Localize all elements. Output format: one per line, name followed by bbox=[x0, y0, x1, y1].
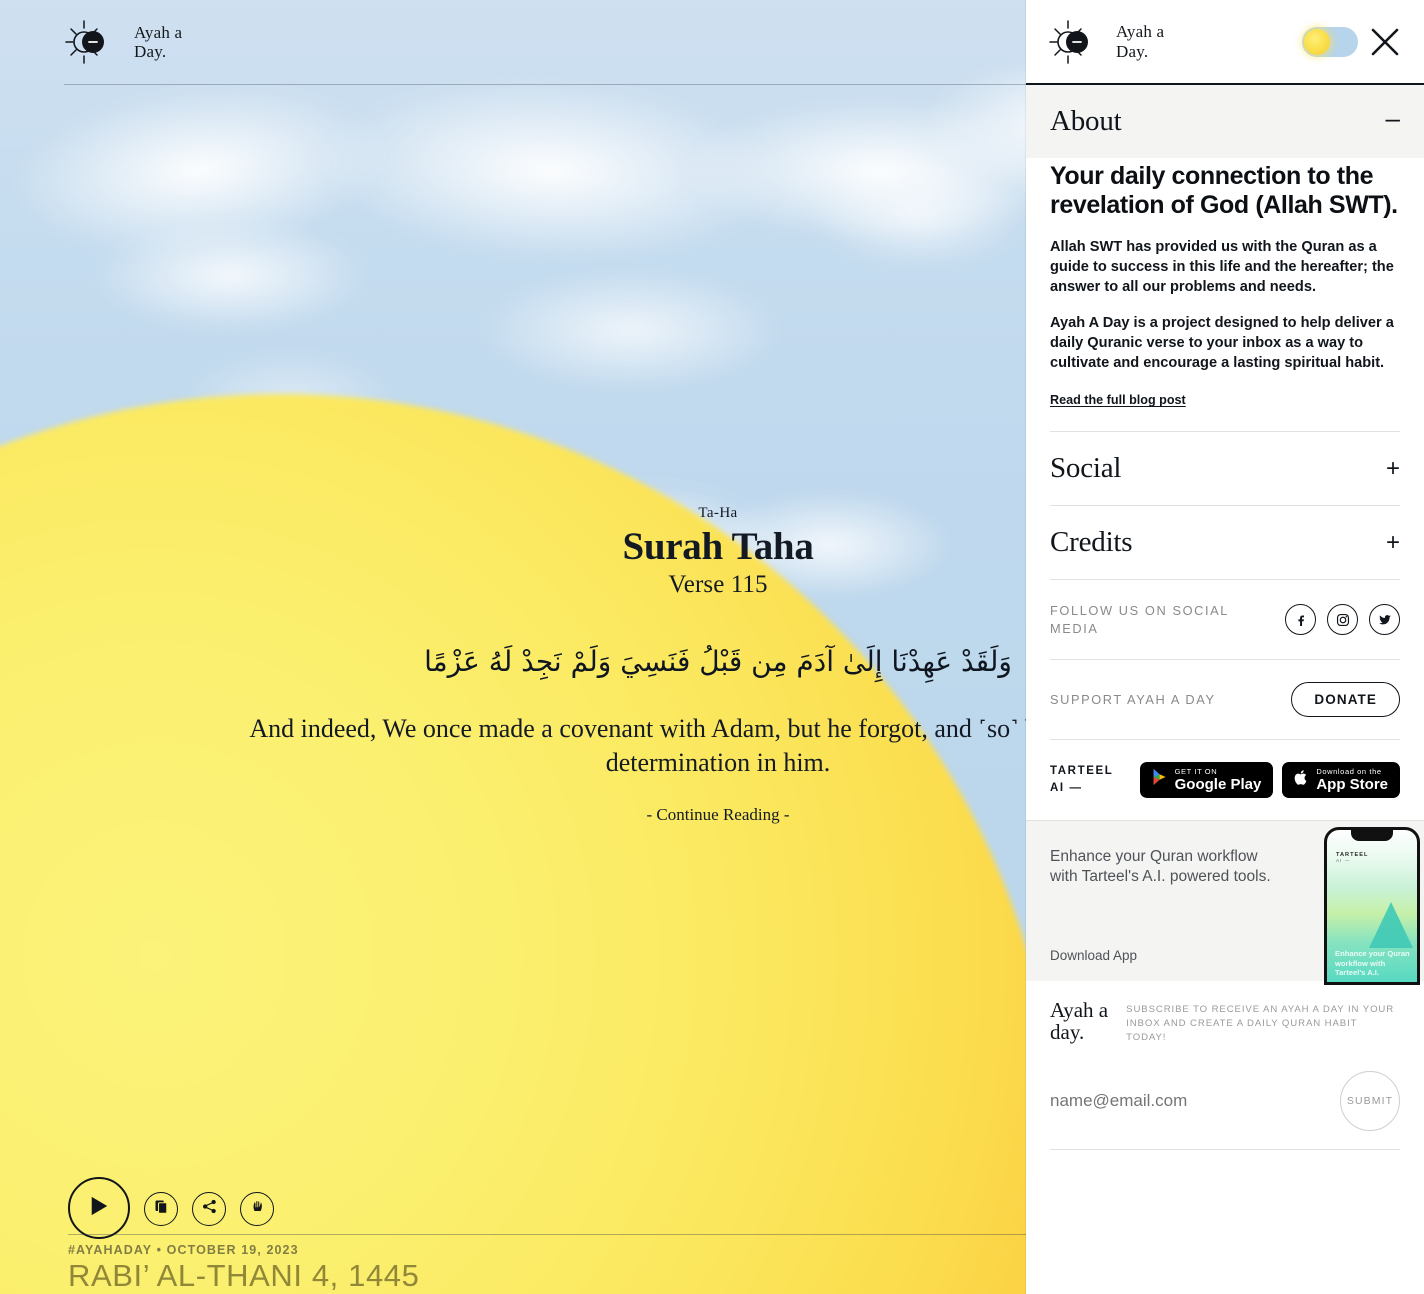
phone-notch bbox=[1351, 829, 1393, 841]
facebook-icon[interactable] bbox=[1285, 604, 1316, 636]
mountain-graphic bbox=[1369, 901, 1413, 948]
google-play-text: GET IT ON Google Play bbox=[1175, 768, 1262, 793]
subscribe-copy: SUBSCRIBE TO RECEIVE AN AYAH A DAY IN YO… bbox=[1126, 1003, 1395, 1043]
site-header: Ayah a Day. bbox=[0, 0, 1030, 84]
submit-button[interactable]: SUBMIT bbox=[1340, 1070, 1400, 1131]
dua-hands-icon bbox=[250, 1199, 265, 1219]
follow-label: FOLLOW US ON SOCIAL MEDIA bbox=[1050, 603, 1229, 636]
sun-moon-eclipse-icon bbox=[1048, 18, 1104, 66]
email-input[interactable] bbox=[1050, 1090, 1310, 1111]
accordion-about-title: About bbox=[1050, 105, 1122, 137]
cloud bbox=[770, 140, 1070, 290]
panel-logo[interactable]: Ayah a Day. bbox=[1048, 18, 1292, 66]
sun-knob-icon bbox=[1304, 28, 1330, 55]
app-store-badge[interactable]: Download on the App Store bbox=[1282, 761, 1400, 798]
plus-icon: + bbox=[1385, 528, 1400, 556]
play-button[interactable] bbox=[68, 1177, 130, 1239]
support-row: SUPPORT AYAH A DAY DONATE bbox=[1026, 660, 1424, 739]
subscribe-section: Ayah a day. SUBSCRIBE TO RECEIVE AN AYAH… bbox=[1026, 981, 1424, 1150]
site-logo-line2: Day. bbox=[134, 42, 167, 61]
app-store-small: Download on the bbox=[1316, 766, 1382, 776]
share-icon bbox=[202, 1199, 217, 1219]
ad-download-link[interactable]: Download App bbox=[1050, 948, 1137, 963]
blog-post-link[interactable]: Read the full blog post bbox=[1050, 393, 1186, 407]
site-logo-line1: Ayah a bbox=[134, 22, 183, 42]
support-label: SUPPORT AYAH A DAY bbox=[1050, 691, 1216, 707]
google-play-icon bbox=[1152, 768, 1168, 791]
subscribe-form: SUBMIT bbox=[1050, 1045, 1400, 1149]
close-icon[interactable] bbox=[1368, 25, 1402, 59]
about-heading: Your daily connection to the revelation … bbox=[1050, 162, 1398, 220]
hijri-date: RABI’ AL-THANI 4, 1445 bbox=[68, 1258, 420, 1293]
social-icon-group bbox=[1285, 604, 1400, 636]
phone-brand-sub: AI — bbox=[1336, 857, 1351, 863]
tarteel-label-line2: AI — bbox=[1050, 781, 1083, 794]
google-play-badge[interactable]: GET IT ON Google Play bbox=[1139, 761, 1274, 798]
play-icon bbox=[89, 1195, 109, 1222]
twitter-icon[interactable] bbox=[1369, 604, 1400, 636]
divider bbox=[1050, 1148, 1400, 1150]
app-root: Ayah a Day. Ta-Ha Surah Taha Verse 115 و… bbox=[0, 0, 1424, 1294]
day-night-toggle[interactable] bbox=[1302, 26, 1358, 57]
subscribe-logo-line2: day. bbox=[1050, 1019, 1085, 1044]
site-logo[interactable]: Ayah a Day. bbox=[64, 18, 182, 66]
panel-logo-text: Ayah a Day. bbox=[1116, 22, 1164, 60]
minus-icon: – bbox=[1385, 102, 1400, 133]
copy-button[interactable] bbox=[144, 1192, 178, 1226]
about-paragraph-1: Allah SWT has provided us with the Quran… bbox=[1050, 238, 1394, 295]
apple-icon bbox=[1294, 769, 1309, 791]
dua-button[interactable] bbox=[240, 1192, 274, 1226]
accordion-social-title: Social bbox=[1050, 452, 1122, 485]
phone-brand: TARTEEL AI — bbox=[1336, 852, 1368, 863]
info-panel: Ayah a Day. About – Your daily connectio… bbox=[1026, 0, 1424, 1294]
instagram-icon[interactable] bbox=[1327, 604, 1358, 636]
store-badges: GET IT ON Google Play Download on the Ap… bbox=[1139, 761, 1400, 798]
accordion-social[interactable]: Social + bbox=[1026, 432, 1424, 505]
plus-icon: + bbox=[1385, 454, 1400, 482]
about-paragraph-2: Ayah A Day is a project designed to help… bbox=[1050, 314, 1394, 372]
tarteel-row: TARTEEL AI — GET IT ON Google Play Downl… bbox=[1026, 740, 1424, 820]
copy-icon bbox=[154, 1199, 169, 1219]
google-play-big: Google Play bbox=[1174, 776, 1262, 794]
ayah-controls bbox=[68, 1177, 274, 1239]
tarteel-label: TARTEEL AI — bbox=[1050, 763, 1113, 798]
app-store-big: App Store bbox=[1316, 776, 1388, 794]
panel-logo-line1: Ayah a bbox=[1116, 22, 1165, 42]
cloud bbox=[40, 195, 420, 355]
sun-moon-eclipse-icon bbox=[64, 18, 120, 66]
date-meta: #AYAHADAY • OCTOBER 19, 2023 bbox=[68, 1243, 299, 1257]
phone-caption: Enhance your Quran workflow with Tarteel… bbox=[1335, 949, 1410, 978]
share-button[interactable] bbox=[192, 1192, 226, 1226]
accordion-credits[interactable]: Credits + bbox=[1026, 506, 1424, 579]
google-play-small: GET IT ON bbox=[1174, 766, 1218, 776]
panel-logo-line2: Day. bbox=[1116, 41, 1149, 61]
phone-mockup: TARTEEL AI — Enhance your Quran workflow… bbox=[1324, 826, 1420, 985]
accordion-about-body: Your daily connection to the revelation … bbox=[1026, 158, 1424, 431]
date-bar: #AYAHADAY • OCTOBER 19, 2023 RABI’ AL-TH… bbox=[68, 1234, 1030, 1294]
subscribe-logo-line1: Ayah a bbox=[1050, 997, 1109, 1022]
follow-row: FOLLOW US ON SOCIAL MEDIA bbox=[1026, 580, 1424, 659]
subscribe-logo: Ayah a day. bbox=[1050, 999, 1108, 1043]
cloud bbox=[420, 245, 840, 415]
panel-header: Ayah a Day. bbox=[1026, 0, 1424, 85]
subscribe-header: Ayah a day. SUBSCRIBE TO RECEIVE AN AYAH… bbox=[1050, 999, 1400, 1045]
tarteel-label-line1: TARTEEL bbox=[1050, 764, 1114, 777]
donate-button[interactable]: DONATE bbox=[1291, 681, 1400, 717]
accordion-about[interactable]: About – bbox=[1026, 85, 1424, 158]
accordion-credits-title: Credits bbox=[1050, 526, 1133, 559]
tarteel-ad[interactable]: Enhance your Quran workflow with Tarteel… bbox=[1026, 820, 1424, 985]
app-store-text: Download on the App Store bbox=[1316, 768, 1388, 793]
ad-heading: Enhance your Quran workflow with Tarteel… bbox=[1050, 847, 1271, 886]
site-logo-text: Ayah a Day. bbox=[134, 23, 182, 61]
